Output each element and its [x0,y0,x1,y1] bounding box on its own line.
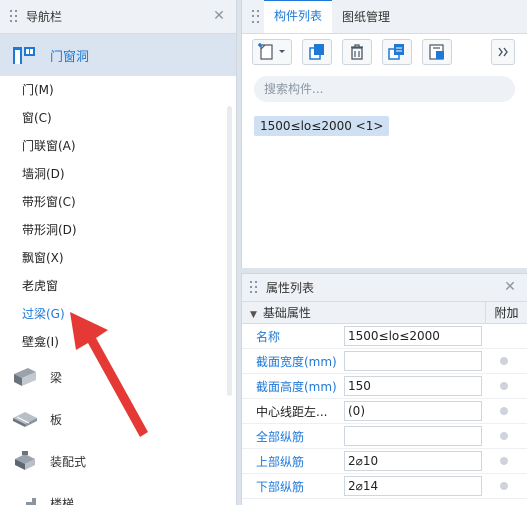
nav-item-dormer-window[interactable]: 老虎窗 [0,272,236,300]
property-value[interactable] [344,351,482,371]
extra-checkbox[interactable] [500,432,508,440]
import-button[interactable] [422,39,452,65]
property-name: 全部纵筋 [256,429,305,444]
copy-button[interactable] [302,39,332,65]
group-label: ▼ 基础属性 [242,304,485,321]
new-icon [258,43,285,60]
copy-icon [309,44,324,60]
category-label: 板 [50,412,63,427]
component-list-item[interactable]: 1500≤lo≤2000 <1> [254,116,390,136]
tab-component-list[interactable]: 构件列表 [264,0,333,33]
category-label: 楼梯 [50,496,75,505]
group-label-text: 基础属性 [262,306,311,320]
delete-icon [351,44,363,60]
extra-checkbox[interactable] [500,357,508,365]
extra-checkbox[interactable] [500,407,508,415]
property-row: 上部纵筋 2⌀10 [242,449,527,474]
property-value[interactable]: 150 [344,376,482,396]
property-name: 下部纵筋 [256,479,305,494]
category-prefab[interactable]: 装配式 [0,440,236,482]
new-component-button[interactable] [252,39,292,65]
property-name: 上部纵筋 [256,454,305,469]
delete-button[interactable] [342,39,372,65]
sub-item-list: 门(M) 窗(C) 门联窗(A) 墙洞(D) 带形窗(C) 带形洞(D) 飘窗(… [0,76,236,356]
property-value[interactable]: 2⌀10 [344,451,482,471]
close-icon[interactable]: ✕ [212,9,226,23]
app-window: 导航栏 ✕ 门窗洞 门(M) 窗(C) 门联窗(A) 墙洞(D) 带形窗(C) … [0,0,527,505]
property-row: 下部纵筋 2⌀14 [242,474,527,499]
close-icon[interactable]: ✕ [503,280,517,294]
nav-item-wall-opening[interactable]: 墙洞(D) [0,160,236,188]
property-value[interactable]: 1500≤lo≤2000 [344,326,482,346]
category-door-window-opening[interactable]: 门窗洞 [0,34,236,76]
category-slab[interactable]: 板 [0,398,236,440]
property-name: 截面高度(mm) [256,379,337,394]
property-value[interactable]: 2⌀14 [344,476,482,496]
property-row: 全部纵筋 [242,424,527,449]
import-icon [429,44,444,60]
drag-handle-icon[interactable] [250,280,258,295]
category-label: 门窗洞 [50,49,90,65]
property-row: 中心线距左... (0) [242,399,527,424]
nav-scrollbar[interactable] [227,106,232,396]
properties-title: 属性列表 [266,281,315,295]
layer-copy-button[interactable] [382,39,412,65]
nav-item-niche[interactable]: 壁龛(I) [0,328,236,356]
property-name: 名称 [256,329,281,344]
properties-header: 属性列表 ✕ [242,274,527,302]
extra-checkbox[interactable] [500,382,508,390]
component-panel: 构件列表 图纸管理 搜索构件... 1500≤lo≤2000 <1> [241,0,527,268]
extra-column-header: 附加 [485,301,527,324]
beam-icon [12,366,38,388]
slab-icon [12,408,38,430]
stair-icon [12,492,38,505]
property-value[interactable]: (0) [344,401,482,421]
nav-item-bay-window[interactable]: 飘窗(X) [0,244,236,272]
properties-group-header[interactable]: ▼ 基础属性 附加 [242,301,527,324]
property-row: 名称 1500≤lo≤2000 [242,324,527,349]
component-search-input[interactable]: 搜索构件... [254,76,515,102]
nav-item-door[interactable]: 门(M) [0,76,236,104]
navigation-panel: 导航栏 ✕ 门窗洞 门(M) 窗(C) 门联窗(A) 墙洞(D) 带形窗(C) … [0,0,237,505]
category-stair[interactable]: 楼梯 [0,482,236,505]
property-name: 截面宽度(mm) [256,354,337,369]
layer-copy-icon [388,44,404,60]
component-toolbar [242,34,527,70]
tab-drawing-management[interactable]: 图纸管理 [332,0,400,33]
category-label: 梁 [50,370,63,385]
drag-handle-icon[interactable] [10,9,18,24]
prefab-icon [12,450,38,472]
drag-handle-icon[interactable] [252,10,260,24]
property-row: 截面高度(mm) 150 [242,374,527,399]
category-beam[interactable]: 梁 [0,356,236,398]
nav-item-lintel[interactable]: 过梁(G) [0,300,236,328]
door-window-icon [12,44,36,66]
nav-item-window[interactable]: 窗(C) [0,104,236,132]
extra-checkbox[interactable] [500,482,508,490]
nav-item-strip-opening[interactable]: 带形洞(D) [0,216,236,244]
collapse-triangle-icon: ▼ [250,310,257,320]
property-value[interactable] [344,426,482,446]
property-row: 截面宽度(mm) [242,349,527,374]
nav-item-strip-window[interactable]: 带形窗(C) [0,188,236,216]
category-label: 装配式 [50,454,87,469]
nav-header: 导航栏 ✕ [0,0,236,34]
more-icon [498,47,508,57]
properties-panel: 属性列表 ✕ ▼ 基础属性 附加 名称 1500≤lo≤2000 截面宽度(mm)… [241,273,527,505]
component-tabs: 构件列表 图纸管理 [242,0,527,34]
nav-item-door-window[interactable]: 门联窗(A) [0,132,236,160]
more-button[interactable] [491,39,515,65]
nav-title: 导航栏 [26,10,63,24]
extra-checkbox[interactable] [500,457,508,465]
property-name: 中心线距左... [256,404,328,419]
